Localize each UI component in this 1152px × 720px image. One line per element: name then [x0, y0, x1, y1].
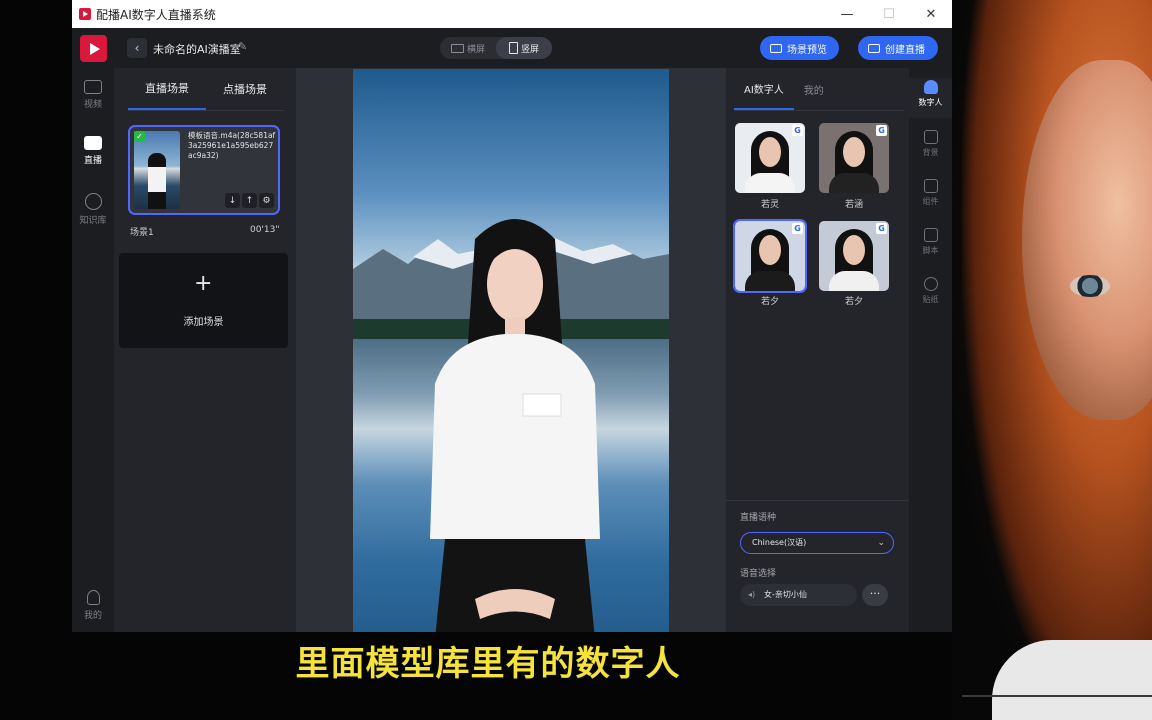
title-bar: 配播AI数字人直播系统 — ☐ ✕ [72, 0, 952, 28]
avatar-name: 若涵 [844, 200, 863, 210]
g-badge-icon: G [876, 125, 887, 136]
voice-select[interactable]: ◂) 女-亲切小仙 [740, 584, 857, 606]
live-icon [84, 136, 102, 150]
g-badge-icon: G [792, 223, 803, 234]
background-icon [923, 130, 938, 144]
g-badge-icon: G [792, 125, 803, 136]
live-create-icon [868, 43, 880, 53]
portrait-option[interactable]: 竖屏 [496, 37, 552, 59]
presenter-video [952, 0, 1152, 720]
app-logo-icon [79, 8, 91, 20]
tool-digital-human[interactable]: 数字人 [909, 78, 952, 118]
edit-icon[interactable]: ✎ [238, 40, 247, 53]
portrait-icon [508, 42, 518, 54]
tool-sticker[interactable]: 贴纸 [909, 277, 952, 305]
presenter-shirt [992, 640, 1152, 720]
landscape-option[interactable]: 横屏 [440, 37, 496, 59]
maximize-button[interactable]: ☐ [868, 0, 910, 28]
move-down-icon[interactable]: ↓ [225, 193, 240, 208]
progress-line [962, 695, 1152, 697]
landscape-icon [450, 43, 464, 53]
app-window: 配播AI数字人直播系统 — ☐ ✕ ‹ 未命名的AI演播室 ✎ 横屏 竖屏 场景… [72, 0, 952, 632]
avatar-tabs: AI数字人 我的 [734, 68, 904, 111]
avatar-name: 若夕 [844, 297, 863, 307]
window-title: 配播AI数字人直播系统 [96, 7, 216, 22]
tool-script[interactable]: 脚本 [909, 228, 952, 256]
divider [726, 500, 909, 501]
scene-preview-button[interactable]: 场景预览 [760, 36, 839, 60]
tool-background[interactable]: 背景 [909, 130, 952, 158]
scene-name: 场景1 [130, 228, 154, 238]
add-scene-button[interactable]: + 添加场景 [119, 253, 288, 348]
user-icon [86, 590, 100, 605]
portrait-canvas[interactable] [353, 69, 669, 632]
tool-components[interactable]: 组件 [909, 179, 952, 207]
plus-icon: + [194, 271, 213, 296]
avatar-card[interactable]: G [819, 123, 889, 193]
tab-ai-avatars[interactable]: AI数字人 [734, 68, 794, 110]
avatar-panel: AI数字人 我的 G 若灵 G 若涵 G 若夕 G 若夕 直播语种 Chines… [726, 68, 909, 632]
more-options-button[interactable]: ··· [862, 584, 888, 606]
minimize-button[interactable]: — [826, 0, 868, 28]
check-icon: ✓ [134, 131, 145, 142]
video-icon [84, 80, 102, 94]
chevron-down-icon: ⌄ [877, 538, 885, 548]
add-scene-label: 添加场景 [183, 317, 224, 328]
presenter-eye [1070, 275, 1110, 297]
avatar-name: 若夕 [760, 297, 779, 307]
g-badge-icon: G [876, 223, 887, 234]
brand-logo-icon [80, 35, 107, 62]
tab-vod-scenes[interactable]: 点播场景 [206, 68, 284, 110]
avatar-card[interactable]: G [735, 123, 805, 193]
scene-card[interactable]: ✓ 模板语音.m4a(28c581af3a25961e1a595eb627ac9… [128, 125, 280, 215]
language-label: 直播语种 [740, 513, 777, 523]
person-icon [923, 80, 938, 94]
left-rail: 视频 直播 知识库 我的 [72, 68, 114, 632]
speaker-icon: ◂) [748, 590, 756, 599]
create-live-button[interactable]: 创建直播 [858, 36, 938, 60]
video-subtitle: 里面模型库里有的数字人 [295, 644, 681, 684]
preview-stage [296, 68, 726, 632]
rail-item-mine[interactable]: 我的 [72, 590, 114, 621]
scene-tabs: 直播场景 点播场景 [128, 68, 284, 111]
scene-audio-file: 模板语音.m4a(28c581af3a25961e1a595eb627ac9a3… [188, 131, 276, 160]
rail-item-video[interactable]: 视频 [72, 80, 114, 110]
script-icon [923, 228, 938, 242]
tool-rail: 数字人 背景 组件 脚本 贴纸 [909, 68, 952, 632]
components-icon [923, 179, 938, 193]
language-select[interactable]: Chinese(汉语) ⌄ [740, 532, 894, 554]
scene-thumbnail [134, 131, 180, 209]
top-bar: ‹ 未命名的AI演播室 ✎ 横屏 竖屏 场景预览 创建直播 [72, 28, 952, 68]
settings-icon[interactable]: ⚙ [259, 193, 274, 208]
sticker-icon [923, 277, 938, 291]
preview-icon [770, 43, 782, 53]
move-up-icon[interactable]: ↑ [242, 193, 257, 208]
scene-panel: 直播场景 点播场景 ✓ 模板语音.m4a(28c581af3a25961e1a5… [114, 68, 296, 632]
back-button[interactable]: ‹ [127, 38, 147, 58]
tab-my-avatars[interactable]: 我的 [794, 68, 834, 110]
tab-live-scenes[interactable]: 直播场景 [128, 68, 206, 110]
orientation-toggle: 横屏 竖屏 [440, 37, 552, 59]
avatar-name: 若灵 [760, 200, 779, 210]
rail-item-live[interactable]: 直播 [72, 136, 114, 166]
close-button[interactable]: ✕ [910, 0, 952, 28]
digital-human [430, 219, 600, 632]
rail-item-knowledge[interactable]: 知识库 [72, 193, 114, 226]
room-name: 未命名的AI演播室 [153, 43, 241, 56]
scene-duration: 00'13" [250, 225, 280, 235]
voice-label: 语音选择 [740, 569, 777, 579]
avatar-card-selected[interactable]: G [733, 219, 807, 293]
avatar-card[interactable]: G [819, 221, 889, 291]
knowledge-icon [84, 193, 102, 210]
